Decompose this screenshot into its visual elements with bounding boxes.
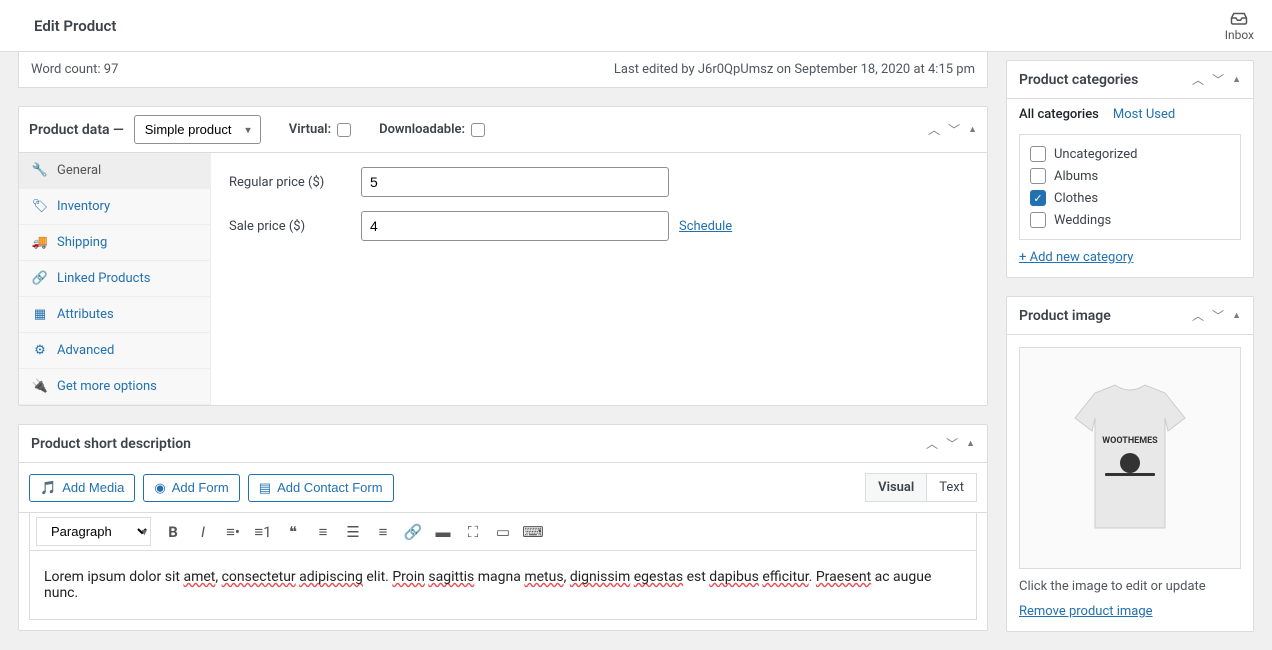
svg-text:WOOTHEMES: WOOTHEMES xyxy=(1102,436,1158,446)
bullet-list-button[interactable]: ≡• xyxy=(219,518,247,546)
remove-image-link[interactable]: Remove product image xyxy=(1019,604,1153,619)
distraction-free-button[interactable]: ▭ xyxy=(489,518,517,546)
tshirt-icon: WOOTHEMES xyxy=(1060,373,1200,543)
product-type-select-wrap[interactable]: Simple product xyxy=(134,115,261,144)
link-button[interactable]: 🔗 xyxy=(399,518,427,546)
checkbox[interactable] xyxy=(1030,212,1046,228)
add-category-link[interactable]: + Add new category xyxy=(1007,250,1253,277)
inbox-label: Inbox xyxy=(1225,28,1254,42)
virtual-checkbox[interactable] xyxy=(337,123,351,137)
toolbar-toggle-button[interactable]: ⌨ xyxy=(519,518,547,546)
short-desc-title: Product short description xyxy=(31,436,191,452)
panel-up-icon[interactable]: ︿ xyxy=(926,435,938,452)
plug-icon: 🔌 xyxy=(33,380,47,394)
checkbox[interactable] xyxy=(1030,168,1046,184)
checkbox[interactable] xyxy=(1030,146,1046,162)
tab-advanced[interactable]: ⚙Advanced xyxy=(19,333,210,369)
word-count: Word count: 97 xyxy=(31,62,118,77)
tab-general[interactable]: 🔧General xyxy=(19,153,210,189)
panel-up-icon[interactable]: ︿ xyxy=(1192,71,1204,88)
align-left-button[interactable]: ≡ xyxy=(309,518,337,546)
inbox-icon xyxy=(1230,9,1248,27)
product-image-panel: Product image ︿ ﹀ ▲ WOOTHEMES Click the xyxy=(1006,296,1254,632)
editor-content[interactable]: Lorem ipsum dolor sit amet, consectetur … xyxy=(29,551,977,620)
bold-button[interactable]: B xyxy=(159,518,187,546)
quote-button[interactable]: ❝ xyxy=(279,518,307,546)
checkbox-checked[interactable]: ✓ xyxy=(1030,190,1046,206)
italic-button[interactable]: I xyxy=(189,518,217,546)
panel-collapse-icon[interactable]: ▲ xyxy=(1232,310,1241,321)
add-form-button[interactable]: ◉Add Form xyxy=(143,474,239,502)
link-icon: 🔗 xyxy=(33,272,47,286)
category-clothes[interactable]: ✓Clothes xyxy=(1028,187,1232,209)
regular-price-label: Regular price ($) xyxy=(229,175,361,190)
tag-icon: 🏷 xyxy=(33,200,47,214)
page-header: Edit Product Inbox xyxy=(0,0,1272,52)
regular-price-input[interactable] xyxy=(361,167,669,197)
panel-down-icon[interactable]: ﹀ xyxy=(948,121,960,138)
panel-down-icon[interactable]: ﹀ xyxy=(1212,71,1224,88)
editor-toolbar: Paragraph B I ≡• ≡1 ❝ ≡ ☰ ≡ 🔗 ▬ ⛶ ▭ ⌨ xyxy=(29,513,977,551)
virtual-toggle[interactable]: Virtual: xyxy=(289,122,351,137)
downloadable-toggle[interactable]: Downloadable: xyxy=(379,122,485,137)
category-uncategorized[interactable]: Uncategorized xyxy=(1028,143,1232,165)
tab-attributes[interactable]: ▦Attributes xyxy=(19,297,210,333)
page-title: Edit Product xyxy=(34,17,116,35)
numbered-list-button[interactable]: ≡1 xyxy=(249,518,277,546)
visual-tab[interactable]: Visual xyxy=(865,473,926,502)
panel-collapse-icon[interactable]: ▲ xyxy=(1232,74,1241,85)
product-data-panel: Product data — Simple product Virtual: D… xyxy=(18,106,988,406)
panel-collapse-icon[interactable]: ▲ xyxy=(968,124,977,135)
align-right-button[interactable]: ≡ xyxy=(369,518,397,546)
last-edited: Last edited by J6r0QpUmsz on September 1… xyxy=(614,62,975,77)
all-categories-tab[interactable]: All categories xyxy=(1019,107,1099,128)
tab-get-more[interactable]: 🔌Get more options xyxy=(19,369,210,405)
sale-price-input[interactable] xyxy=(361,211,669,241)
categories-panel: Product categories ︿ ﹀ ▲ All categories … xyxy=(1006,60,1254,278)
fullscreen-button[interactable]: ⛶ xyxy=(459,518,487,546)
gear-icon: ⚙ xyxy=(33,344,47,358)
panel-collapse-icon[interactable]: ▲ xyxy=(966,438,975,449)
truck-icon: 🚚 xyxy=(33,236,47,250)
schedule-link[interactable]: Schedule xyxy=(679,219,732,234)
most-used-tab[interactable]: Most Used xyxy=(1113,107,1175,128)
media-icon: 🎵 xyxy=(40,480,56,496)
form-icon: ◉ xyxy=(154,480,165,496)
tab-shipping[interactable]: 🚚Shipping xyxy=(19,225,210,261)
product-type-select[interactable]: Simple product xyxy=(134,115,261,144)
tab-inventory[interactable]: 🏷Inventory xyxy=(19,189,210,225)
downloadable-checkbox[interactable] xyxy=(471,123,485,137)
product-image-thumbnail[interactable]: WOOTHEMES xyxy=(1019,347,1241,569)
align-center-button[interactable]: ☰ xyxy=(339,518,367,546)
inbox-button[interactable]: Inbox xyxy=(1225,9,1254,42)
panel-up-icon[interactable]: ︿ xyxy=(1192,307,1204,324)
product-data-tabs: 🔧General 🏷Inventory 🚚Shipping 🔗Linked Pr… xyxy=(19,153,211,405)
paragraph-select[interactable]: Paragraph xyxy=(36,517,151,546)
word-count-bar: Word count: 97 Last edited by J6r0QpUmsz… xyxy=(18,52,988,88)
product-image-caption: Click the image to edit or update xyxy=(1019,579,1241,594)
short-description-panel: Product short description ︿ ﹀ ▲ 🎵Add Med… xyxy=(18,424,988,631)
panel-up-icon[interactable]: ︿ xyxy=(928,121,940,138)
wrench-icon: 🔧 xyxy=(33,164,47,178)
add-media-button[interactable]: 🎵Add Media xyxy=(29,474,135,502)
category-weddings[interactable]: Weddings xyxy=(1028,209,1232,231)
panel-down-icon[interactable]: ﹀ xyxy=(1212,307,1224,324)
product-image-title: Product image xyxy=(1019,308,1111,324)
contact-icon: ▤ xyxy=(259,480,271,496)
categories-list: Uncategorized Albums ✓Clothes Weddings xyxy=(1019,134,1241,240)
tab-linked-products[interactable]: 🔗Linked Products xyxy=(19,261,210,297)
sale-price-label: Sale price ($) xyxy=(229,219,361,234)
category-albums[interactable]: Albums xyxy=(1028,165,1232,187)
list-icon: ▦ xyxy=(33,308,47,322)
insert-more-button[interactable]: ▬ xyxy=(429,518,457,546)
panel-down-icon[interactable]: ﹀ xyxy=(946,435,958,452)
categories-title: Product categories xyxy=(1019,72,1138,88)
product-data-label: Product data — xyxy=(29,122,124,138)
add-contact-form-button[interactable]: ▤Add Contact Form xyxy=(248,474,394,502)
text-tab[interactable]: Text xyxy=(926,473,977,502)
